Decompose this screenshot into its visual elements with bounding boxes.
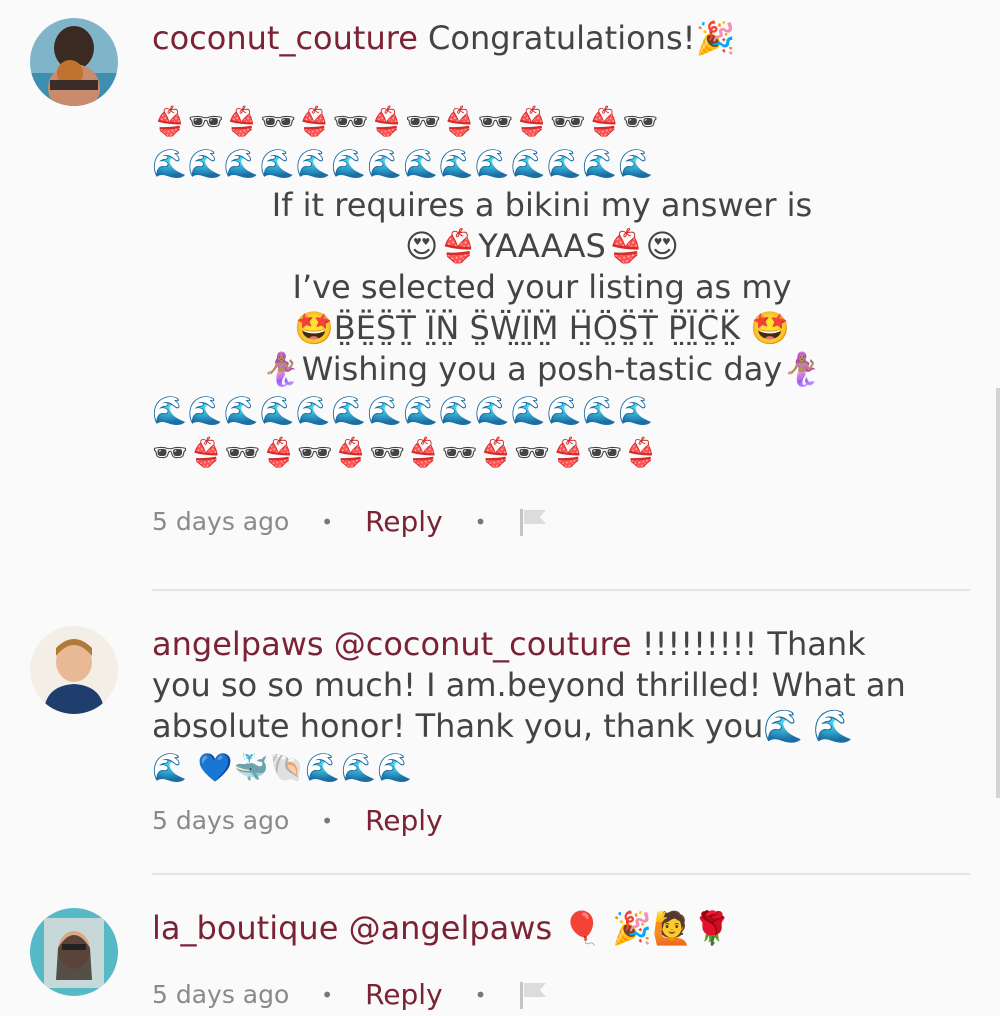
- scrollbar[interactable]: [996, 388, 1000, 798]
- separator-dot: •: [474, 509, 487, 534]
- separator-dot: •: [321, 982, 334, 1007]
- message-line: 🧜🏽‍♀️Wishing you a posh-tastic day🧜🏽‍♀️: [261, 350, 823, 388]
- comment-first-line: angelpaws @coconut_couture !!!!!!!!! Tha…: [152, 624, 972, 665]
- comment-divider: [152, 873, 970, 875]
- flag-icon[interactable]: [518, 507, 550, 537]
- reply-button[interactable]: Reply: [365, 505, 443, 538]
- avatar[interactable]: [30, 626, 118, 714]
- separator-dot: •: [321, 509, 334, 534]
- comment-text-line: absolute honor! Thank you, thank you🌊 🌊: [152, 707, 854, 745]
- comment-first-line: coconut_couture Congratulations!🎉: [152, 18, 972, 59]
- avatar[interactable]: [30, 908, 118, 996]
- comment-text-line: you so so much! I am.beyond thrilled! Wh…: [152, 666, 906, 704]
- emoji-row: 🕶👙🕶👙🕶👙🕶👙🕶👙🕶👙🕶👙: [152, 436, 659, 469]
- comment-username[interactable]: la_boutique: [152, 909, 338, 947]
- reply-button[interactable]: Reply: [365, 978, 443, 1011]
- comment-first-line: la_boutique @angelpaws 🎈 🎉🙋🌹: [152, 908, 972, 949]
- avatar-coconut-couture-image: [30, 18, 118, 106]
- comment-username[interactable]: coconut_couture: [152, 19, 418, 57]
- comment-meta: 5 days ago • Reply: [152, 804, 443, 837]
- comment-meta: 5 days ago • Reply •: [152, 978, 550, 1011]
- comment-text: !!!!!!!!! Thank: [631, 625, 866, 663]
- separator-dot: •: [474, 982, 487, 1007]
- comment-text: Congratulations!🎉: [428, 19, 736, 57]
- comment-text: 🎈 🎉🙋🌹: [552, 909, 732, 947]
- avatar-la-boutique-image: [30, 908, 118, 996]
- comment-divider: [152, 589, 970, 591]
- message-line: I’ve selected your listing as my: [292, 268, 792, 306]
- emoji-row: 🌊🌊🌊🌊🌊🌊🌊🌊🌊🌊🌊🌊🌊🌊: [152, 394, 655, 427]
- avatar-angelpaws-image: [30, 626, 118, 714]
- comment-timestamp: 5 days ago: [152, 980, 290, 1009]
- flag-icon[interactable]: [518, 980, 550, 1010]
- comment-username[interactable]: angelpaws: [152, 625, 324, 663]
- emoji-row: 👙🕶👙🕶👙🕶👙🕶👙🕶👙🕶👙🕶: [152, 105, 659, 138]
- emoji-row: 🌊🌊🌊🌊🌊🌊🌊🌊🌊🌊🌊🌊🌊🌊: [152, 147, 655, 180]
- avatar[interactable]: [30, 18, 118, 106]
- comment-mention[interactable]: @angelpaws: [349, 909, 553, 947]
- separator-dot: •: [321, 808, 334, 833]
- comment-timestamp: 5 days ago: [152, 507, 290, 536]
- message-line: 🤩B̤̈Ë̤S̤̈T̤̈ Ï̤N̤̈ S̤̈Ẅ̤Ï̤M̤̈ Ḧ̤Ö̤S̤̈T̤̈…: [293, 309, 791, 347]
- comment-text-line: 🌊 💙🐳🐚🌊🌊🌊: [152, 751, 413, 784]
- comment-mention[interactable]: @coconut_couture: [334, 625, 632, 663]
- reply-button[interactable]: Reply: [365, 804, 443, 837]
- message-line: If it requires a bikini my answer is: [271, 186, 813, 224]
- comment-timestamp: 5 days ago: [152, 806, 290, 835]
- comment-meta: 5 days ago • Reply •: [152, 505, 550, 538]
- message-line: 😍👙YAAAAS👙😍: [404, 227, 679, 265]
